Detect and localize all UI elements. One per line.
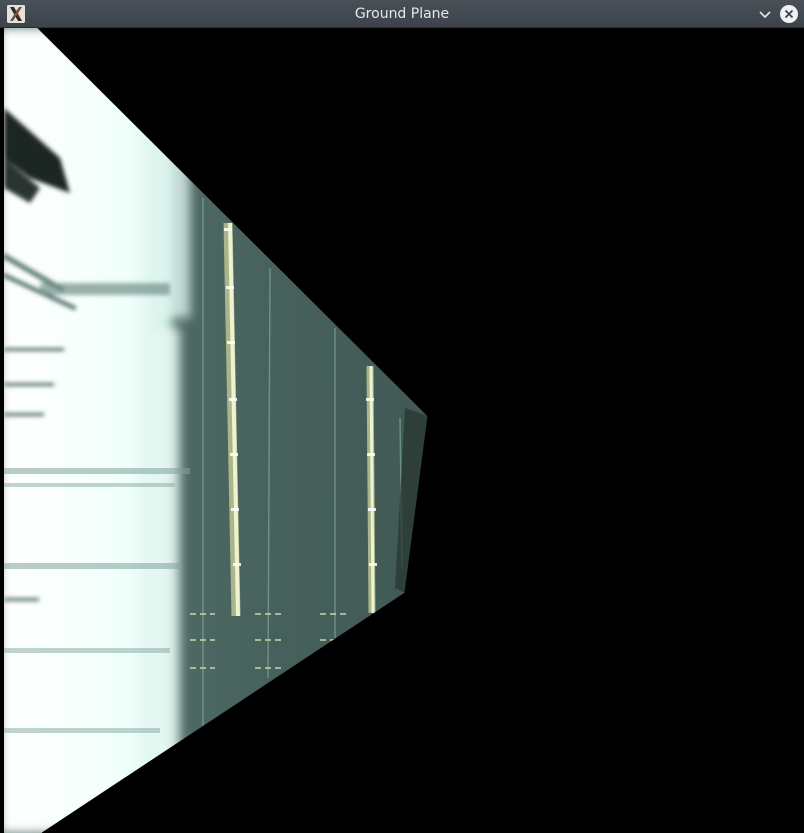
- x-app-icon: [7, 5, 25, 23]
- ground-plane-image: [0, 28, 804, 833]
- window: Ground Plane: [0, 0, 804, 833]
- chevron-down-icon[interactable]: [755, 4, 775, 24]
- ground-plane-view[interactable]: [0, 28, 804, 833]
- title-bar[interactable]: Ground Plane: [0, 0, 804, 28]
- rail-right: [366, 365, 376, 614]
- window-title: Ground Plane: [354, 6, 450, 22]
- close-icon[interactable]: [779, 4, 799, 24]
